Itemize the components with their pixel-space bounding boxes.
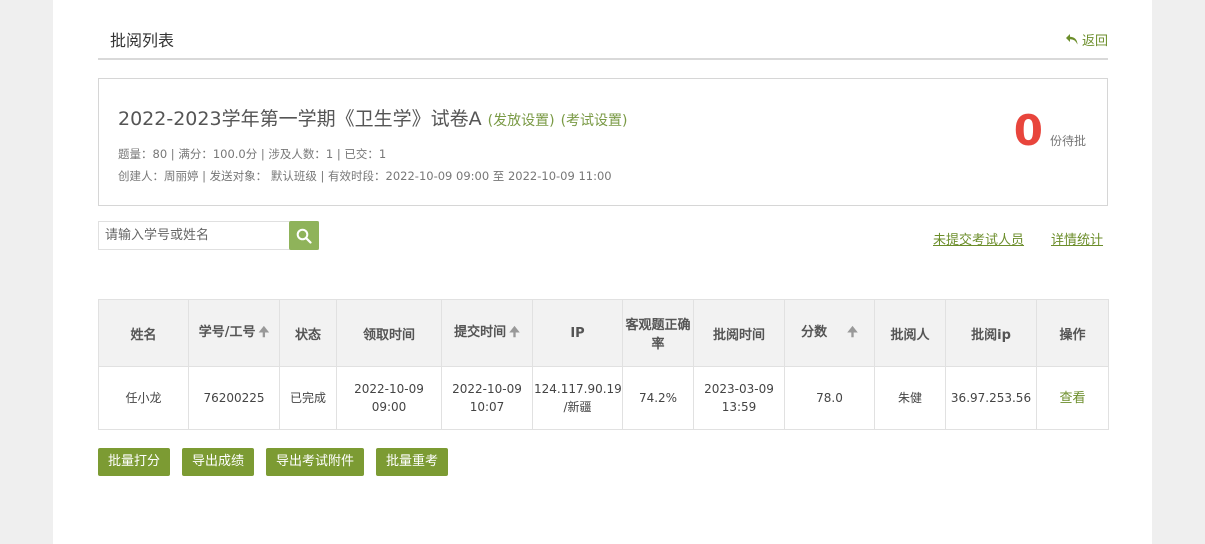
- pending-label: 份待批: [1049, 134, 1086, 148]
- export-scores-button[interactable]: 导出成绩: [182, 448, 255, 476]
- cell-submit-time: 2022-10-09 10:07: [441, 366, 533, 430]
- col-reviewer: 批阅人: [874, 299, 946, 367]
- sort-up-icon[interactable]: 🠉: [847, 325, 858, 340]
- sort-up-icon[interactable]: 🠉: [509, 325, 520, 340]
- table-header-row: 姓名 学号/工号 🠉 状态 领取时间 提交时间 🠉 IP 客观题正确率 批阅时间 分…: [98, 299, 1109, 367]
- col-action: 操作: [1036, 299, 1109, 367]
- col-review-time: 批阅时间: [693, 299, 785, 367]
- col-objective-rate: 客观题正确率: [622, 299, 694, 367]
- cell-status: 已完成: [279, 366, 337, 430]
- col-submit-time[interactable]: 提交时间 🠉: [441, 299, 533, 367]
- receive-date: 2022-10-09: [354, 382, 424, 396]
- not-submitted-link[interactable]: 未提交考试人员: [933, 229, 1024, 248]
- content-panel: 批阅列表 返回 2022-2023学年第一学期《卫生学》试卷A (发放设置) (…: [53, 0, 1152, 544]
- cell-ip: 124.117.90.19 /新疆: [532, 366, 623, 430]
- table-row: 任小龙 76200225 已完成 2022-10-09 09:00 2022-1…: [98, 366, 1109, 430]
- release-settings-link[interactable]: (发放设置): [488, 113, 555, 129]
- exam-title: 2022-2023学年第一学期《卫生学》试卷A: [118, 108, 482, 130]
- export-attachments-button[interactable]: 导出考试附件: [266, 448, 365, 476]
- back-arrow-icon: [1065, 34, 1078, 45]
- cell-reviewer: 朱健: [874, 366, 946, 430]
- page-header: 批阅列表 返回: [98, 0, 1108, 60]
- search-input[interactable]: [99, 222, 289, 249]
- col-name: 姓名: [98, 299, 189, 367]
- cell-objective-rate: 74.2%: [622, 366, 694, 430]
- exam-info-box: 2022-2023学年第一学期《卫生学》试卷A (发放设置) (考试设置) 题量…: [98, 78, 1108, 206]
- pending-indicator: 0 份待批: [1014, 109, 1086, 153]
- exam-title-line: 2022-2023学年第一学期《卫生学》试卷A (发放设置) (考试设置): [118, 104, 628, 131]
- detail-stats-link[interactable]: 详情统计: [1051, 229, 1103, 248]
- cell-review-time: 2023-03-09 13:59: [693, 366, 785, 430]
- search-icon: [296, 228, 312, 244]
- search-button[interactable]: [289, 221, 319, 250]
- receive-clock: 09:00: [371, 400, 407, 414]
- submit-clock: 10:07: [469, 400, 505, 414]
- review-table: 姓名 学号/工号 🠉 状态 领取时间 提交时间 🠉 IP 客观题正确率 批阅时间 分…: [98, 299, 1109, 430]
- page-title: 批阅列表: [110, 31, 175, 50]
- pending-count: 0: [1013, 106, 1043, 155]
- action-buttons: 批量打分 导出成绩 导出考试附件 批量重考: [98, 448, 449, 476]
- exam-meta-line2: 创建人：周丽婷 | 发送对象： 默认班级 | 有效时段：2022-10-09 0…: [118, 169, 612, 183]
- cell-receive-time: 2022-10-09 09:00: [336, 366, 442, 430]
- ip-region: /新疆: [563, 400, 592, 414]
- cell-action: 查看: [1036, 366, 1109, 430]
- back-label: 返回: [1081, 34, 1108, 49]
- back-link[interactable]: 返回: [1065, 30, 1108, 49]
- sort-up-icon[interactable]: 🠉: [258, 325, 269, 340]
- exam-meta-line1: 题量：80 | 满分：100.0分 | 涉及人数：1 | 已交：1: [118, 147, 387, 161]
- submit-date: 2022-10-09: [452, 382, 522, 396]
- batch-retake-button[interactable]: 批量重考: [376, 448, 449, 476]
- col-receive-time: 领取时间: [336, 299, 442, 367]
- exam-settings-link[interactable]: (考试设置): [561, 113, 628, 129]
- col-review-ip: 批阅ip: [945, 299, 1037, 367]
- ip-address: 124.117.90.19: [534, 382, 622, 396]
- view-link[interactable]: 查看: [1059, 391, 1085, 406]
- cell-review-ip: 36.97.253.56: [945, 366, 1037, 430]
- review-date: 2023-03-09: [704, 382, 774, 396]
- search-box: [98, 221, 319, 250]
- review-clock: 13:59: [721, 400, 757, 414]
- cell-score: 78.0: [784, 366, 875, 430]
- col-id[interactable]: 学号/工号 🠉: [188, 299, 280, 367]
- col-status: 状态: [279, 299, 337, 367]
- cell-name: 任小龙: [98, 366, 189, 430]
- batch-score-button[interactable]: 批量打分: [98, 448, 171, 476]
- cell-id: 76200225: [188, 366, 280, 430]
- col-score[interactable]: 分数 🠉: [784, 299, 875, 367]
- col-ip: IP: [532, 299, 623, 367]
